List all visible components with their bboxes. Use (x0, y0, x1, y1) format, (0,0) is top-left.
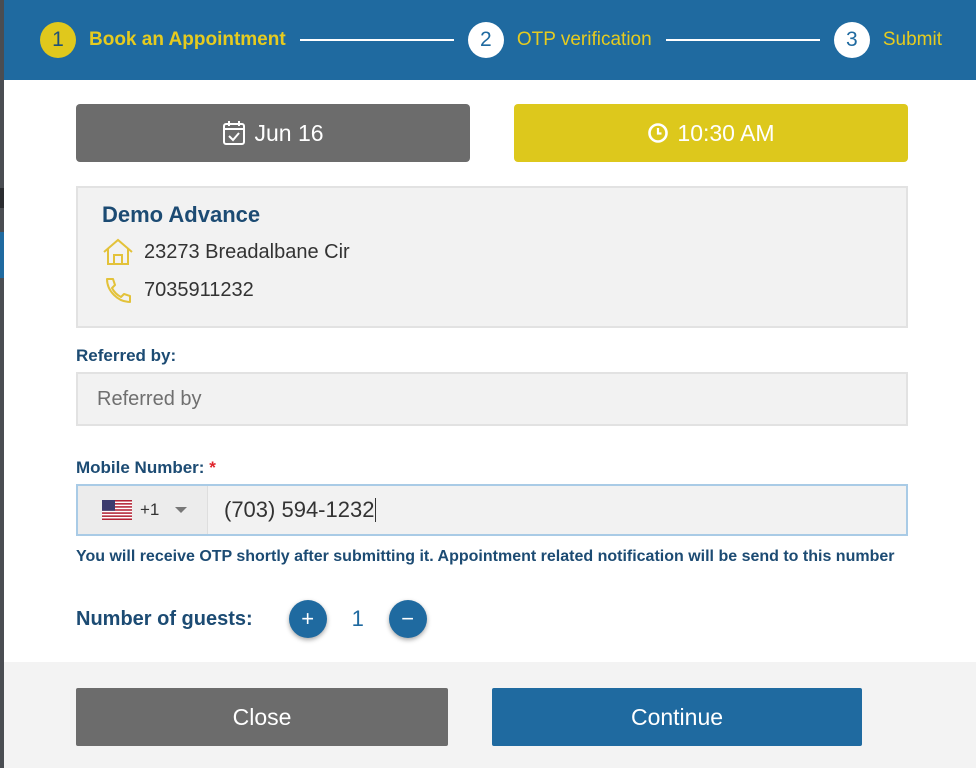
referred-by-label: Referred by: (76, 346, 177, 365)
booking-modal: 1 Book an Appointment 2 OTP verification… (4, 0, 976, 768)
step-submit: 3 Submit (833, 22, 942, 58)
close-button[interactable]: Close (76, 688, 448, 746)
step-connector (299, 39, 454, 41)
shop-address-row: 23273 Breadalbane Cir (102, 238, 882, 266)
country-code: +1 (140, 500, 160, 519)
guests-label: Number of guests: (76, 607, 253, 630)
time-label: 10:30 AM (677, 119, 775, 146)
calendar-check-icon (222, 120, 246, 146)
referred-by-input[interactable]: Referred by (76, 372, 908, 426)
mobile-number-label: Mobile Number: * (76, 458, 908, 478)
mobile-number-value: (703) 594-1232 (224, 497, 375, 522)
shop-name: Demo Advance (102, 202, 261, 227)
clock-icon (647, 122, 669, 144)
step-number: 2 (467, 22, 504, 58)
step-label: OTP verification (516, 29, 652, 50)
phone-icon (102, 276, 134, 304)
chevron-down-icon (175, 507, 188, 513)
country-code-select[interactable]: +1 (78, 486, 208, 534)
us-flag-icon (102, 500, 132, 520)
step-number: 3 (833, 22, 870, 58)
plus-icon: + (301, 606, 315, 631)
guests-row: Number of guests: + 1 − (76, 600, 908, 638)
shop-address: 23273 Breadalbane Cir (144, 240, 350, 263)
guests-count: 1 (351, 606, 364, 631)
appointment-selectors: Jun 16 10:30 AM (76, 104, 908, 162)
shop-phone-row: 7035911232 (102, 276, 882, 304)
booking-form: Jun 16 10:30 AM Demo Advance 23273 Bread… (76, 104, 908, 638)
time-button[interactable]: 10:30 AM (514, 104, 908, 162)
shop-info-card: Demo Advance 23273 Breadalbane Cir 70359… (76, 186, 908, 328)
required-mark: * (209, 458, 216, 477)
step-otp-verification: 2 OTP verification (467, 22, 652, 58)
shop-phone: 7035911232 (144, 278, 254, 301)
referred-by-placeholder: Referred by (97, 387, 202, 410)
step-label: Book an Appointment (89, 29, 286, 50)
modal-footer: Close Continue (4, 662, 976, 768)
date-label: Jun 16 (254, 119, 324, 146)
step-number: 1 (40, 22, 76, 58)
home-icon (102, 238, 134, 266)
step-book-appointment: 1 Book an Appointment (40, 22, 286, 58)
step-connector (665, 39, 820, 41)
increase-guests-button[interactable]: + (288, 600, 327, 638)
continue-button[interactable]: Continue (492, 688, 862, 746)
otp-notice: You will receive OTP shortly after submi… (76, 548, 895, 565)
step-label: Submit (882, 29, 942, 50)
decrease-guests-button[interactable]: − (388, 600, 427, 638)
stepper: 1 Book an Appointment 2 OTP verification… (4, 0, 976, 80)
text-cursor (375, 498, 377, 522)
minus-icon: − (401, 606, 415, 631)
mobile-label-text: Mobile Number: (76, 458, 205, 477)
mobile-number-input[interactable]: (703) 594-1232 (208, 486, 377, 534)
mobile-number-field: +1 (703) 594-1232 (76, 484, 908, 536)
date-button[interactable]: Jun 16 (76, 104, 470, 162)
